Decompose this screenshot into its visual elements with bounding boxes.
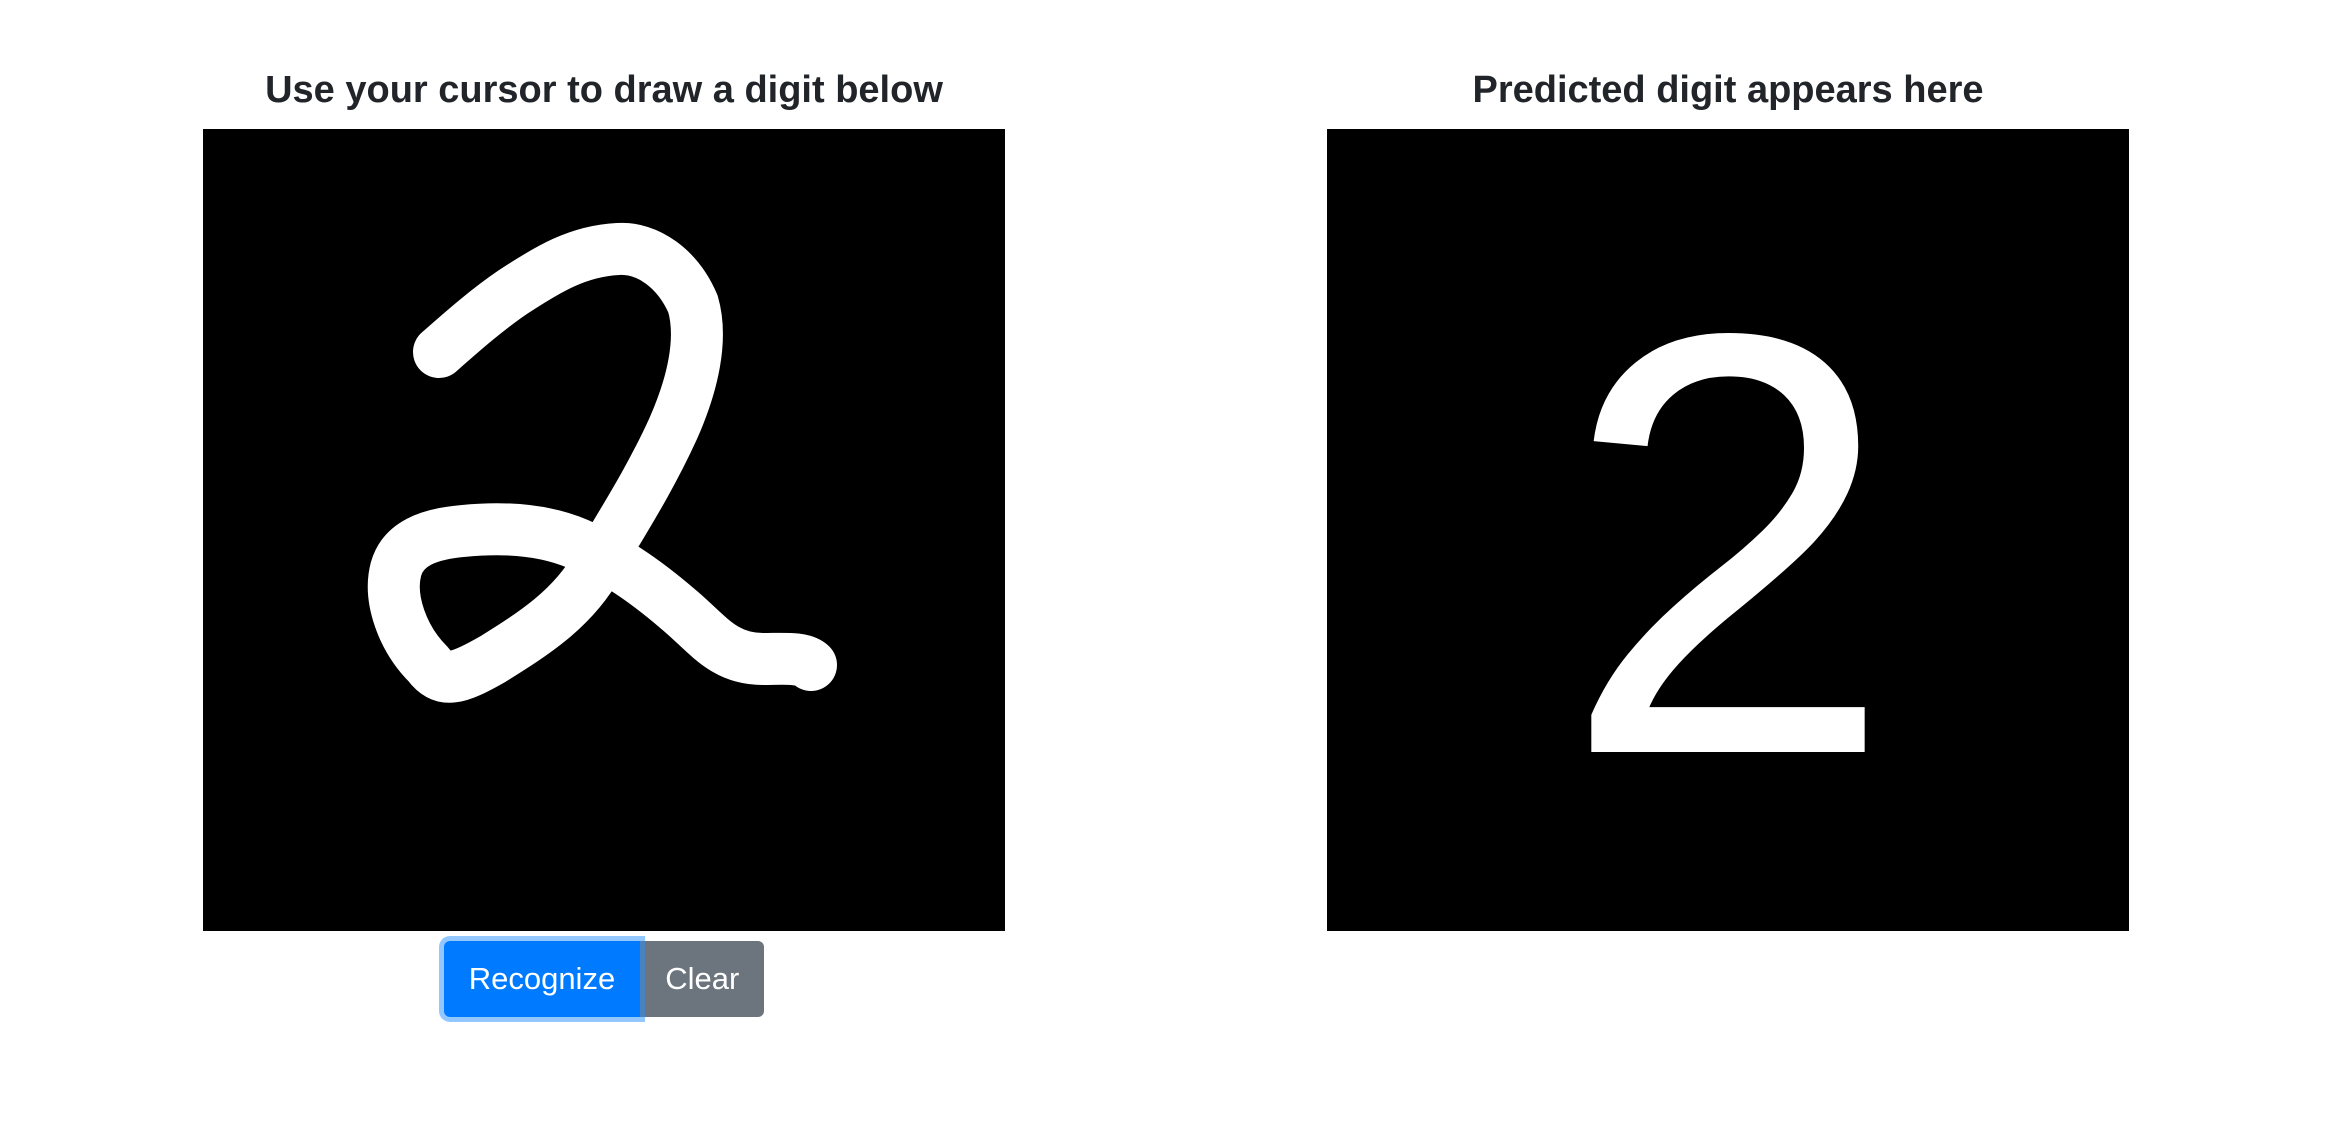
drawing-panel: Use your cursor to draw a digit below Re… <box>203 60 1005 1017</box>
clear-button[interactable]: Clear <box>640 941 765 1017</box>
handwritten-stroke <box>367 222 837 703</box>
recognize-button[interactable]: Recognize <box>443 941 641 1017</box>
prediction-panel-title: Predicted digit appears here <box>1472 69 1984 111</box>
drawing-panel-title: Use your cursor to draw a digit below <box>265 69 943 111</box>
prediction-svg: 2 <box>1561 210 1895 880</box>
prediction-panel: Predicted digit appears here 2 <box>1327 60 2129 931</box>
predicted-digit: 2 <box>1561 210 1895 880</box>
button-group: Recognize Clear <box>203 941 1005 1017</box>
prediction-display: 2 <box>1327 129 2129 931</box>
drawing-canvas[interactable] <box>203 129 1005 931</box>
